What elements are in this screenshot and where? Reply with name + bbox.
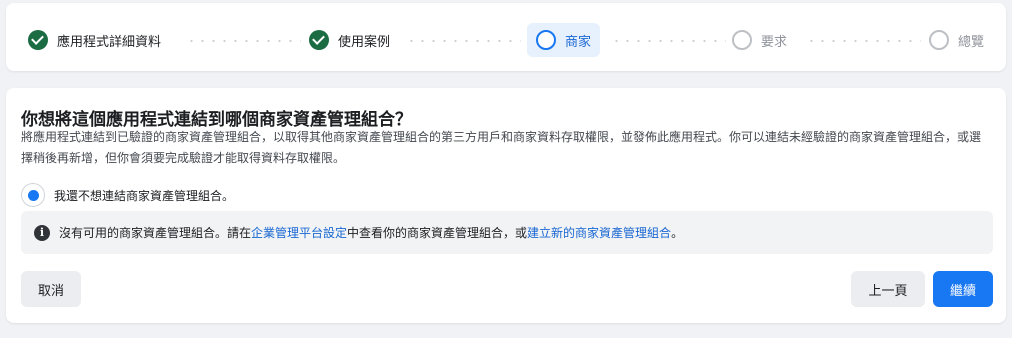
step-requirements: 要求 xyxy=(732,23,787,57)
step-app-details: 應用程式詳細資料 xyxy=(28,23,161,57)
step-label: 總覽 xyxy=(958,34,985,50)
info-text-middle: 中查看你的商家資產管理組合，或 xyxy=(347,226,528,240)
check-circle-icon xyxy=(28,30,48,50)
step-label: 商家 xyxy=(565,34,592,50)
circle-icon xyxy=(929,30,949,50)
continue-button[interactable]: 繼續 xyxy=(933,271,993,307)
business-selection-card: 你想將這個應用程式連結到哪個商家資產管理組合？ 將應用程式連結到已驗證的商家資產… xyxy=(6,88,1006,323)
step-use-cases: 使用案例 xyxy=(309,23,390,57)
description-text: 將應用程式連結到已驗證的商家資產管理組合，以取得其他商家資產管理組合的第三方用戶… xyxy=(21,130,982,165)
info-text-before: 沒有可用的商家資產管理組合。請在 xyxy=(59,226,252,240)
progress-stepper: 應用程式詳細資料 使用案例 商家 要求 總覽 xyxy=(6,3,1006,71)
radio-button[interactable] xyxy=(21,183,45,207)
previous-page-button[interactable]: 上一頁 xyxy=(851,271,925,307)
circle-icon xyxy=(732,30,752,50)
step-business: 商家 xyxy=(527,23,601,57)
no-business-radio-option[interactable]: 我還不想連結商家資產管理組合。 xyxy=(21,183,234,207)
info-icon: i xyxy=(34,224,50,241)
business-settings-link[interactable]: 企業管理平台設定 xyxy=(251,224,347,241)
step-overview: 總覽 xyxy=(929,23,984,57)
radio-label: 我還不想連結商家資產管理組合。 xyxy=(54,188,235,203)
cancel-button[interactable]: 取消 xyxy=(21,271,81,307)
info-text-after: 。 xyxy=(671,226,684,240)
radio-selected-dot xyxy=(27,189,39,201)
step-connector xyxy=(806,40,921,42)
info-banner: i 沒有可用的商家資產管理組合。請在 企業管理平台設定 中查看你的商家資產管理組… xyxy=(21,211,993,254)
create-business-portfolio-link[interactable]: 建立新的商家資產管理組合 xyxy=(527,224,671,241)
step-label: 要求 xyxy=(761,34,788,50)
check-circle-icon xyxy=(309,30,329,50)
step-label: 應用程式詳細資料 xyxy=(57,34,162,50)
circle-icon xyxy=(536,30,556,50)
step-connector xyxy=(406,40,521,42)
step-label: 使用案例 xyxy=(338,34,391,50)
step-connector xyxy=(611,40,726,42)
step-connector xyxy=(186,40,301,42)
